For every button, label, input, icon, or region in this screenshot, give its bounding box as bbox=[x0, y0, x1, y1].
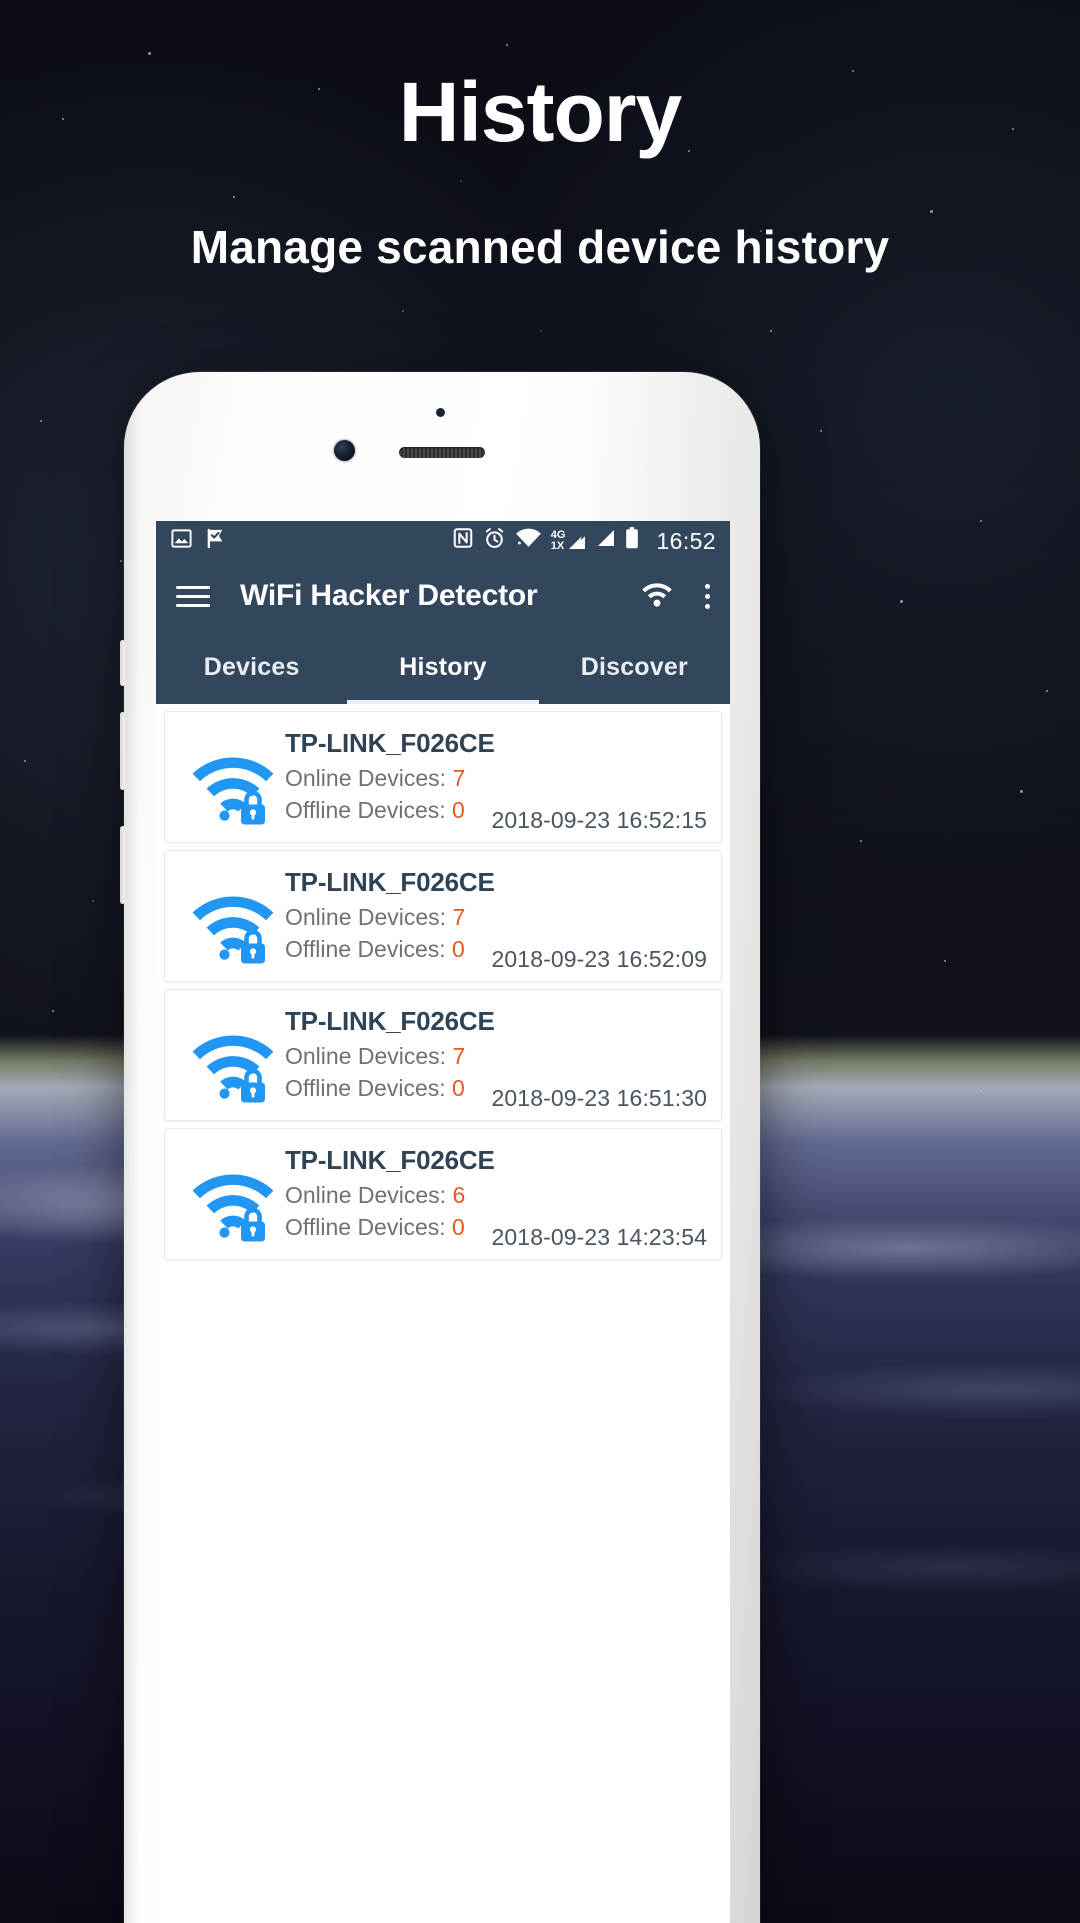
online-devices-value: 7 bbox=[452, 1043, 466, 1069]
signal-4g-icon: 4G 1X bbox=[551, 530, 588, 552]
list-scrollbar[interactable] bbox=[727, 887, 730, 1047]
nfc-icon bbox=[452, 527, 474, 555]
online-devices-value: 7 bbox=[452, 765, 466, 791]
table-row[interactable]: TP-LINK_F026CE Online Devices: 7 Offline… bbox=[164, 850, 722, 982]
image-icon bbox=[170, 527, 193, 556]
tab-discover-label: Discover bbox=[580, 653, 688, 681]
app-screen: 4G 1X 16:52 WiFi Hacker Detector Devices… bbox=[156, 521, 730, 1923]
proximity-sensor bbox=[436, 408, 445, 417]
offline-devices-label: Offline Devices: bbox=[285, 936, 453, 962]
table-row[interactable]: TP-LINK_F026CE Online Devices: 7 Offline… bbox=[164, 711, 722, 843]
online-devices-value: 6 bbox=[452, 1182, 466, 1208]
online-devices-label: Online Devices: bbox=[285, 904, 453, 930]
offline-devices-row: Offline Devices: 0 bbox=[285, 1072, 495, 1104]
phone-volume-down-button bbox=[120, 712, 125, 790]
offline-devices-label: Offline Devices: bbox=[285, 1075, 453, 1101]
status-bar-clock: 16:52 bbox=[656, 527, 716, 554]
app-toolbar: WiFi Hacker Detector bbox=[156, 561, 730, 631]
timestamp: 2018-09-23 14:23:54 bbox=[491, 1224, 707, 1250]
battery-icon bbox=[625, 527, 639, 555]
alarm-icon bbox=[483, 527, 506, 556]
table-row[interactable]: TP-LINK_F026CE Online Devices: 6 Offline… bbox=[164, 1128, 722, 1260]
network-1x-label: 1X bbox=[550, 540, 565, 552]
online-devices-row: Online Devices: 6 bbox=[285, 1179, 495, 1211]
page-subtitle: Manage scanned device history bbox=[190, 221, 890, 273]
online-devices-value: 7 bbox=[452, 904, 466, 930]
offline-devices-value: 0 bbox=[452, 797, 465, 823]
offline-devices-row: Offline Devices: 0 bbox=[285, 1211, 495, 1243]
app-title: WiFi Hacker Detector bbox=[240, 579, 538, 612]
tick-flag-icon bbox=[205, 527, 228, 556]
offline-devices-row: Offline Devices: 0 bbox=[285, 933, 495, 965]
wifi-lock-icon bbox=[187, 1155, 279, 1247]
ssid-label: TP-LINK_F026CE bbox=[285, 1006, 495, 1036]
phone-power-button bbox=[120, 826, 125, 904]
page-title: History bbox=[398, 65, 682, 159]
ssid-label: TP-LINK_F026CE bbox=[285, 867, 495, 897]
ssid-label: TP-LINK_F026CE bbox=[285, 1145, 495, 1175]
tab-devices-label: Devices bbox=[203, 653, 300, 681]
signal-bars-icon bbox=[596, 528, 616, 554]
table-row[interactable]: TP-LINK_F026CE Online Devices: 7 Offline… bbox=[164, 989, 722, 1121]
phone-volume-up-button bbox=[120, 640, 125, 686]
hamburger-menu-icon[interactable] bbox=[176, 585, 210, 607]
tab-history[interactable]: History bbox=[347, 631, 539, 704]
timestamp: 2018-09-23 16:52:09 bbox=[491, 946, 707, 972]
ssid-label: TP-LINK_F026CE bbox=[285, 728, 495, 758]
offline-devices-value: 0 bbox=[452, 936, 465, 962]
offline-devices-value: 0 bbox=[452, 1075, 465, 1101]
online-devices-label: Online Devices: bbox=[285, 765, 453, 791]
tab-history-label: History bbox=[399, 653, 487, 681]
wifi-lock-icon bbox=[187, 738, 279, 830]
wifi-lock-icon bbox=[187, 877, 279, 969]
tab-discover[interactable]: Discover bbox=[539, 631, 730, 704]
wifi-icon[interactable] bbox=[637, 578, 677, 615]
online-devices-row: Online Devices: 7 bbox=[285, 762, 495, 794]
timestamp: 2018-09-23 16:51:30 bbox=[491, 1085, 707, 1111]
kebab-menu-icon[interactable] bbox=[705, 583, 710, 609]
offline-devices-label: Offline Devices: bbox=[285, 797, 453, 823]
online-devices-label: Online Devices: bbox=[285, 1182, 453, 1208]
offline-devices-label: Offline Devices: bbox=[285, 1214, 453, 1240]
offline-devices-row: Offline Devices: 0 bbox=[285, 794, 495, 826]
online-devices-label: Online Devices: bbox=[285, 1043, 453, 1069]
online-devices-row: Online Devices: 7 bbox=[285, 901, 495, 933]
tab-bar: Devices History Discover bbox=[156, 631, 730, 704]
earpiece-speaker bbox=[399, 447, 485, 458]
wifi-lock-icon bbox=[187, 1016, 279, 1108]
online-devices-row: Online Devices: 7 bbox=[285, 1040, 495, 1072]
timestamp: 2018-09-23 16:52:15 bbox=[491, 807, 707, 833]
front-camera bbox=[334, 440, 355, 461]
wifi-icon bbox=[515, 527, 542, 555]
tab-devices[interactable]: Devices bbox=[156, 631, 347, 704]
history-list[interactable]: TP-LINK_F026CE Online Devices: 7 Offline… bbox=[156, 704, 730, 1923]
offline-devices-value: 0 bbox=[452, 1214, 465, 1240]
android-status-bar: 4G 1X 16:52 bbox=[156, 521, 730, 561]
